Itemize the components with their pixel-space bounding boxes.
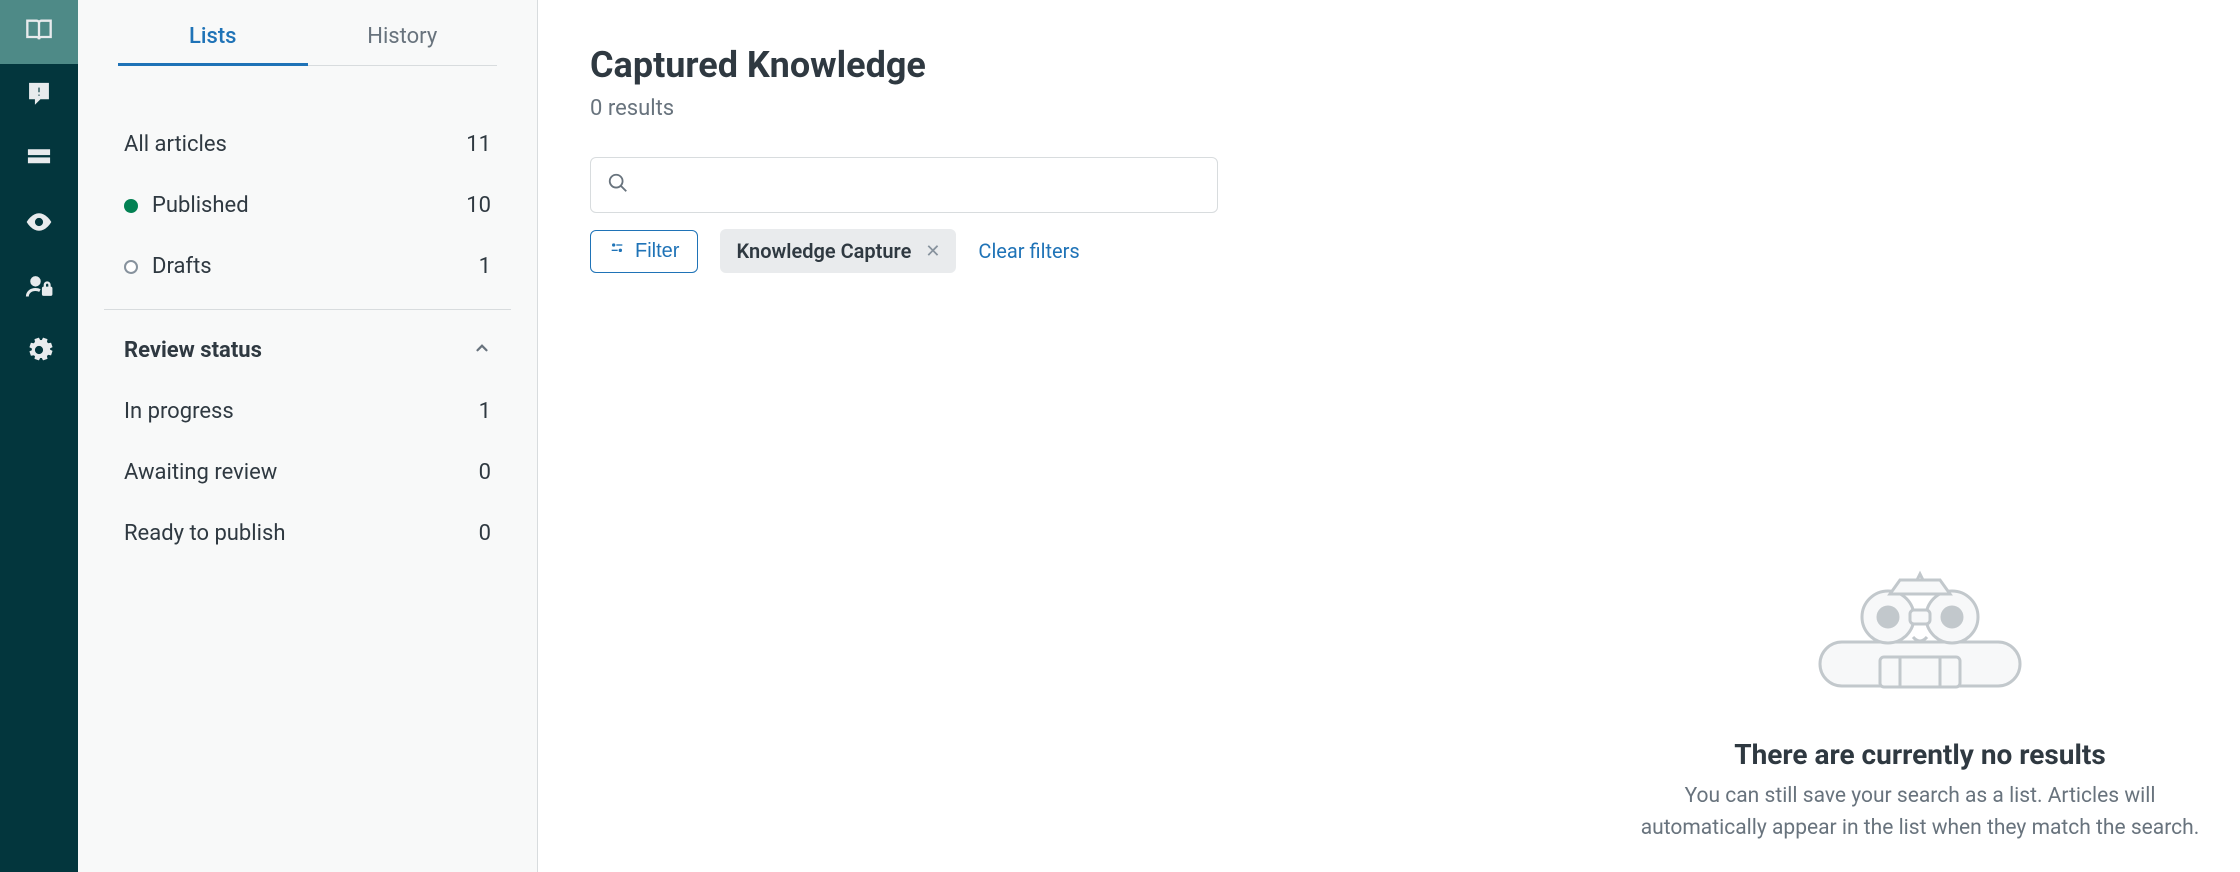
article-lists: All articles 11 Published 10 Drafts 1 <box>104 114 511 310</box>
rail-item-knowledge[interactable] <box>0 0 78 64</box>
status-dot-draft <box>124 260 138 274</box>
nav-rail <box>0 0 78 872</box>
rail-item-content[interactable] <box>0 128 78 192</box>
list-item-label: All articles <box>124 132 466 157</box>
chevron-up-icon <box>473 338 491 363</box>
review-row-in-progress[interactable]: In progress 1 <box>104 381 511 442</box>
empty-heading: There are currently no results <box>1600 738 2240 771</box>
section-row-count: 0 <box>479 521 491 546</box>
main-content: Captured Knowledge 0 results Filter Know… <box>538 0 2240 872</box>
lines-icon <box>25 144 53 176</box>
chip-remove-button[interactable]: ✕ <box>925 241 940 262</box>
review-status-section: Review status In progress 1 Awaiting rev… <box>104 320 511 564</box>
list-item-count: 1 <box>479 254 491 279</box>
section-row-count: 1 <box>479 399 491 424</box>
binoculars-illustration <box>1800 719 2040 738</box>
review-status-header[interactable]: Review status <box>104 320 511 381</box>
tab-history[interactable]: History <box>308 24 498 65</box>
sidebar-panel: Lists History All articles 11 Published … <box>78 0 538 872</box>
section-row-count: 0 <box>479 460 491 485</box>
user-lock-icon <box>25 272 53 304</box>
section-row-label: Awaiting review <box>124 460 479 485</box>
list-drafts[interactable]: Drafts 1 <box>104 236 511 297</box>
rail-item-permissions[interactable] <box>0 256 78 320</box>
list-item-label: Drafts <box>152 254 479 279</box>
page-title: Captured Knowledge <box>590 44 2188 86</box>
list-item-label: Published <box>152 193 466 218</box>
list-item-count: 10 <box>466 193 491 218</box>
sliders-icon <box>609 240 625 263</box>
rail-item-views[interactable] <box>0 192 78 256</box>
sidebar-tabs: Lists History <box>118 24 497 66</box>
empty-state: There are currently no results You can s… <box>1600 562 2240 844</box>
list-all-articles[interactable]: All articles 11 <box>104 114 511 175</box>
filter-button[interactable]: Filter <box>590 230 698 273</box>
list-published[interactable]: Published 10 <box>104 175 511 236</box>
alert-icon <box>25 80 53 112</box>
section-row-label: In progress <box>124 399 479 424</box>
eye-icon <box>25 208 53 240</box>
rail-item-alerts[interactable] <box>0 64 78 128</box>
empty-body: You can still save your search as a list… <box>1600 781 2240 844</box>
filter-chip-knowledge-capture: Knowledge Capture ✕ <box>720 229 956 273</box>
search-icon <box>607 172 629 198</box>
review-row-ready[interactable]: Ready to publish 0 <box>104 503 511 564</box>
status-dot-published <box>124 199 138 213</box>
clear-filters-link[interactable]: Clear filters <box>978 239 1079 263</box>
review-row-awaiting[interactable]: Awaiting review 0 <box>104 442 511 503</box>
book-icon <box>25 16 53 48</box>
filters-row: Filter Knowledge Capture ✕ Clear filters <box>590 229 1218 273</box>
filter-button-label: Filter <box>635 240 679 263</box>
section-title: Review status <box>124 338 473 363</box>
gear-icon <box>25 336 53 368</box>
list-item-count: 11 <box>466 132 491 157</box>
chip-label: Knowledge Capture <box>736 239 911 263</box>
section-row-label: Ready to publish <box>124 521 479 546</box>
search-input[interactable] <box>641 174 1201 197</box>
search-box[interactable] <box>590 157 1218 213</box>
tab-lists[interactable]: Lists <box>118 24 308 66</box>
results-count: 0 results <box>590 96 2188 121</box>
rail-item-settings[interactable] <box>0 320 78 384</box>
